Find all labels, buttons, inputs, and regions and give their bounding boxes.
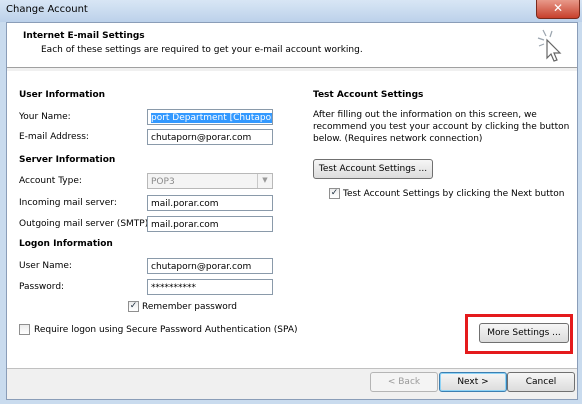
title-bar: Change Account ✕ (0, 0, 582, 22)
spa-checkbox[interactable] (19, 324, 30, 335)
back-button[interactable]: < Back (370, 372, 438, 392)
your-name-value: port Department [Chutaporn] (151, 113, 272, 123)
password-label: Password: (19, 282, 65, 292)
test-description-line-3: below. (Requires network connection) (313, 134, 483, 144)
test-description-line-2: recommend you test your account by click… (313, 122, 570, 132)
incoming-server-field[interactable]: mail.porar.com (147, 195, 273, 211)
auto-test-checkbox[interactable]: ✓ (329, 188, 340, 199)
auto-test-label: Test Account Settings by clicking the Ne… (343, 189, 565, 199)
cancel-button[interactable]: Cancel (507, 372, 575, 392)
test-settings-heading: Test Account Settings (313, 90, 424, 100)
test-description-line-1: After filling out the information on thi… (313, 110, 537, 120)
change-account-dialog: Change Account ✕ Internet E-mail Setting… (0, 0, 582, 404)
header-subtitle: Each of these settings are required to g… (41, 45, 363, 55)
user-info-heading: User Information (19, 90, 106, 100)
incoming-server-label: Incoming mail server: (19, 198, 117, 208)
user-name-field[interactable]: chutaporn@porar.com (147, 258, 273, 274)
next-button[interactable]: Next > (439, 372, 507, 392)
your-name-label: Your Name: (19, 112, 71, 122)
password-field[interactable]: ********** (147, 279, 273, 295)
cursor-sparkle-icon (537, 29, 562, 62)
outgoing-server-label: Outgoing mail server (SMTP): (19, 219, 152, 229)
account-type-value: POP3 (151, 177, 175, 187)
user-name-label: User Name: (19, 261, 72, 271)
email-address-field[interactable]: chutaporn@porar.com (147, 129, 273, 145)
account-type-select[interactable]: POP3 ▼ (147, 173, 273, 189)
header-title: Internet E-mail Settings (23, 31, 145, 41)
remember-password-label: Remember password (142, 302, 237, 312)
chevron-down-icon: ▼ (257, 174, 272, 188)
close-button[interactable]: ✕ (536, 0, 580, 19)
outgoing-server-field[interactable]: mail.porar.com (147, 216, 273, 232)
logon-info-heading: Logon Information (19, 239, 113, 249)
email-address-label: E-mail Address: (19, 132, 89, 142)
test-account-settings-button[interactable]: Test Account Settings ... (313, 159, 433, 179)
your-name-field[interactable]: port Department [Chutaporn] (147, 109, 273, 125)
spa-label: Require logon using Secure Password Auth… (34, 325, 298, 335)
remember-password-checkbox[interactable]: ✓ (128, 301, 139, 312)
window-title: Change Account (6, 4, 88, 15)
server-info-heading: Server Information (19, 155, 116, 165)
highlight-box (465, 314, 573, 354)
account-type-label: Account Type: (19, 176, 82, 186)
dialog-header: Internet E-mail Settings Each of these s… (7, 23, 577, 68)
